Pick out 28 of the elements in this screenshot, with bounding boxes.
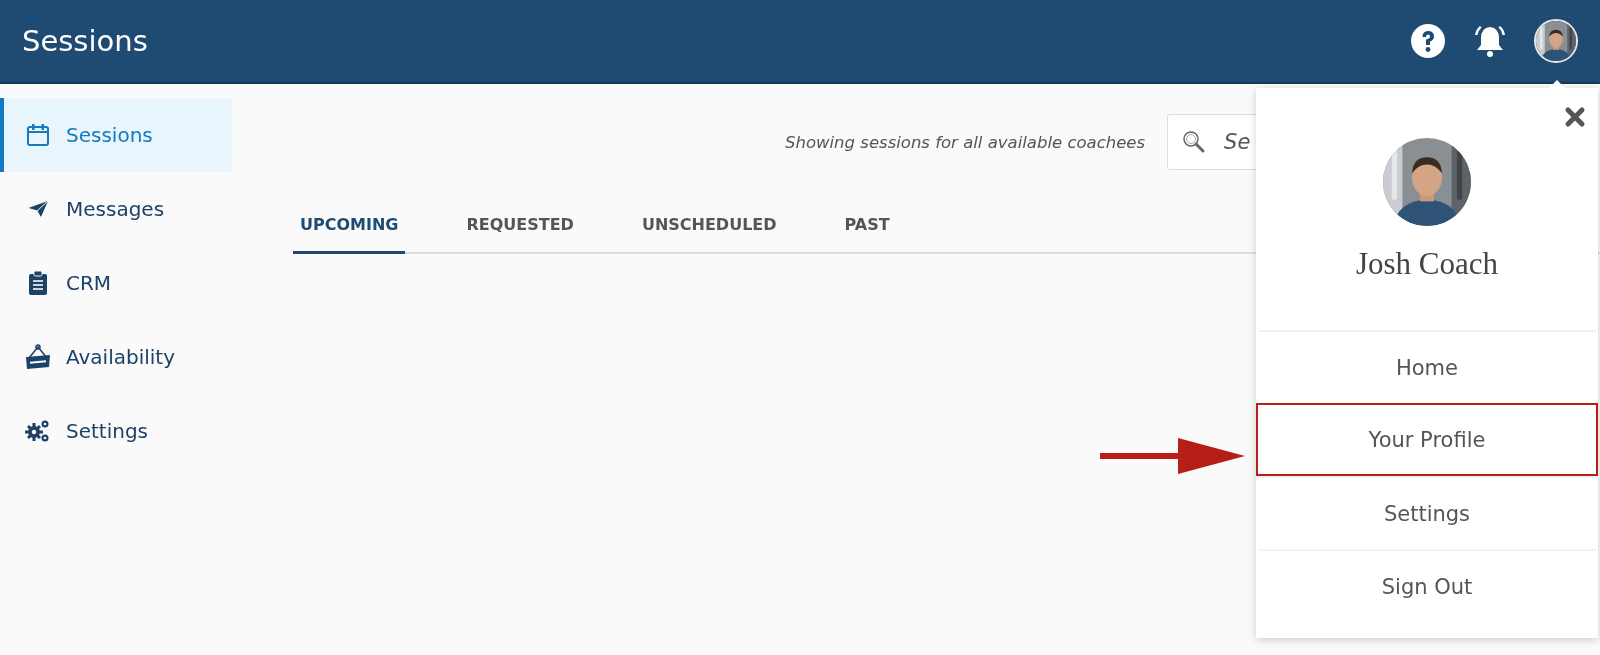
sidebar-item[interactable]: Sessions [0, 98, 232, 172]
close-icon[interactable] [1564, 106, 1586, 128]
gears-icon [25, 419, 51, 443]
sidebar-item[interactable]: CRM [0, 246, 232, 320]
bell-icon[interactable] [1472, 23, 1508, 59]
filter-note: Showing sessions for all available coachees [785, 132, 1146, 152]
tab[interactable]: UNSCHEDULED [634, 198, 784, 254]
paper-plane-icon [26, 199, 50, 219]
page-title: Sessions [22, 24, 149, 58]
menu-item[interactable]: Home [1258, 330, 1596, 403]
user-name: Josh Coach [1354, 246, 1500, 283]
sidebar-item[interactable]: Settings [0, 394, 232, 468]
search-field[interactable]: Se [1167, 114, 1258, 170]
tab[interactable]: PAST [837, 198, 897, 254]
tab[interactable]: UPCOMING [293, 198, 406, 254]
search-icon [1182, 130, 1207, 154]
hanging-sign-icon [25, 344, 51, 370]
menu-pointer [1548, 80, 1566, 89]
help-icon[interactable] [1410, 23, 1446, 59]
avatar-button[interactable] [1534, 19, 1578, 63]
menu-item[interactable]: Settings [1258, 476, 1596, 549]
calendar-icon [26, 123, 50, 147]
sidebar-item[interactable]: Messages [0, 172, 232, 246]
clipboard-icon [29, 271, 47, 295]
sidebar-item[interactable]: Availability [0, 320, 232, 394]
tab[interactable]: REQUESTED [459, 198, 581, 254]
menu-item[interactable]: Your Profile [1256, 403, 1598, 476]
menu-item[interactable]: Sign Out [1258, 549, 1596, 622]
